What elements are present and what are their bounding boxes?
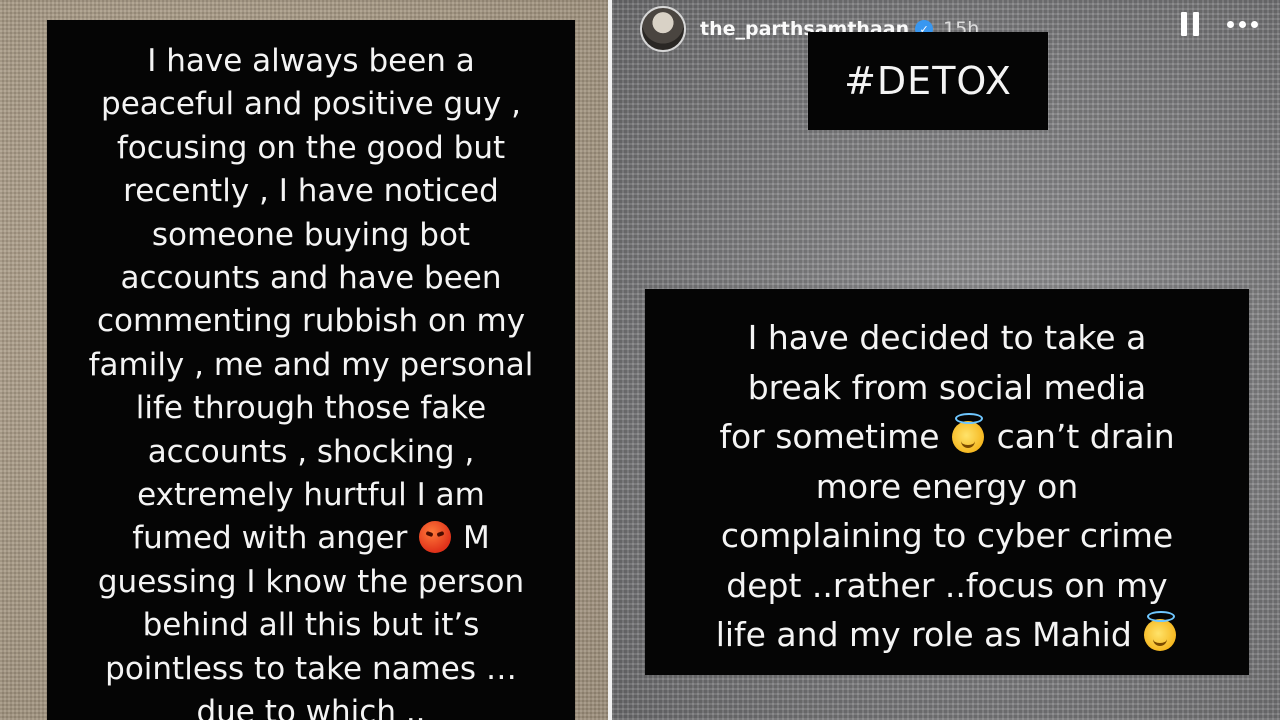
right-story-panel: the_parthsamthaan ✓ 15h #DETOX I have de… xyxy=(612,0,1280,720)
story-text-line: break from social media xyxy=(747,367,1147,407)
story-text-line-mahid: life and my role as Mahid xyxy=(665,610,1229,660)
story-text-line: I have decided to take a xyxy=(747,318,1147,357)
story-text-line: extremely hurtful I am xyxy=(137,477,485,514)
hashtag-sticker: #DETOX xyxy=(808,32,1048,130)
story-text-line-sometime: for sometime can’t drain xyxy=(665,412,1229,462)
story-text-line: guessing I know the person xyxy=(97,563,525,600)
story-text-line: life through those fake xyxy=(135,390,487,427)
story-text-line: accounts and have been xyxy=(120,260,502,297)
more-options-icon[interactable] xyxy=(1227,20,1258,28)
story-text-line: accounts , shocking , xyxy=(147,433,475,470)
story-text-line: due to which .. xyxy=(196,694,426,720)
story-text-fragment: for sometime xyxy=(719,417,940,456)
avatar[interactable] xyxy=(640,6,686,52)
left-story-panel: I have always been a peaceful and positi… xyxy=(0,0,608,720)
left-story-text-card: I have always been a peaceful and positi… xyxy=(47,20,575,720)
story-text-fragment: life and my role as Mahid xyxy=(715,615,1132,654)
pause-icon[interactable] xyxy=(1181,12,1199,36)
story-text-fragment: can’t drain xyxy=(996,417,1175,456)
story-text-line: commenting rubbish on my xyxy=(96,303,526,340)
story-text-line: complaining to cyber crime xyxy=(720,516,1174,555)
story-text-line-fumed: fumed with anger M xyxy=(65,517,557,560)
story-text-line: focusing on the good but xyxy=(116,129,506,166)
story-text-fragment: M xyxy=(463,520,490,557)
story-text-line: recently , I have noticed xyxy=(123,173,499,210)
story-text-line: someone buying bot xyxy=(151,216,471,253)
story-text-fragment: fumed with anger xyxy=(132,520,408,557)
story-text-line: more energy on xyxy=(815,466,1079,506)
story-text-line: pointless to take names … xyxy=(105,650,517,687)
smiling-face-with-halo-emoji-icon xyxy=(1144,611,1177,651)
story-text-line: family , me and my personal xyxy=(88,346,534,383)
smiling-face-with-halo-emoji-icon xyxy=(952,413,985,453)
story-text-line: peaceful and positive guy , xyxy=(101,86,521,123)
story-text-line: I have always been a xyxy=(147,43,475,79)
angry-face-emoji-icon xyxy=(419,521,452,554)
right-story-text-card: I have decided to take a break from soci… xyxy=(645,289,1249,675)
story-text-line: behind all this but it’s xyxy=(142,607,480,644)
story-controls xyxy=(1181,12,1258,36)
story-text-line: dept ..rather ..focus on my xyxy=(726,565,1168,605)
